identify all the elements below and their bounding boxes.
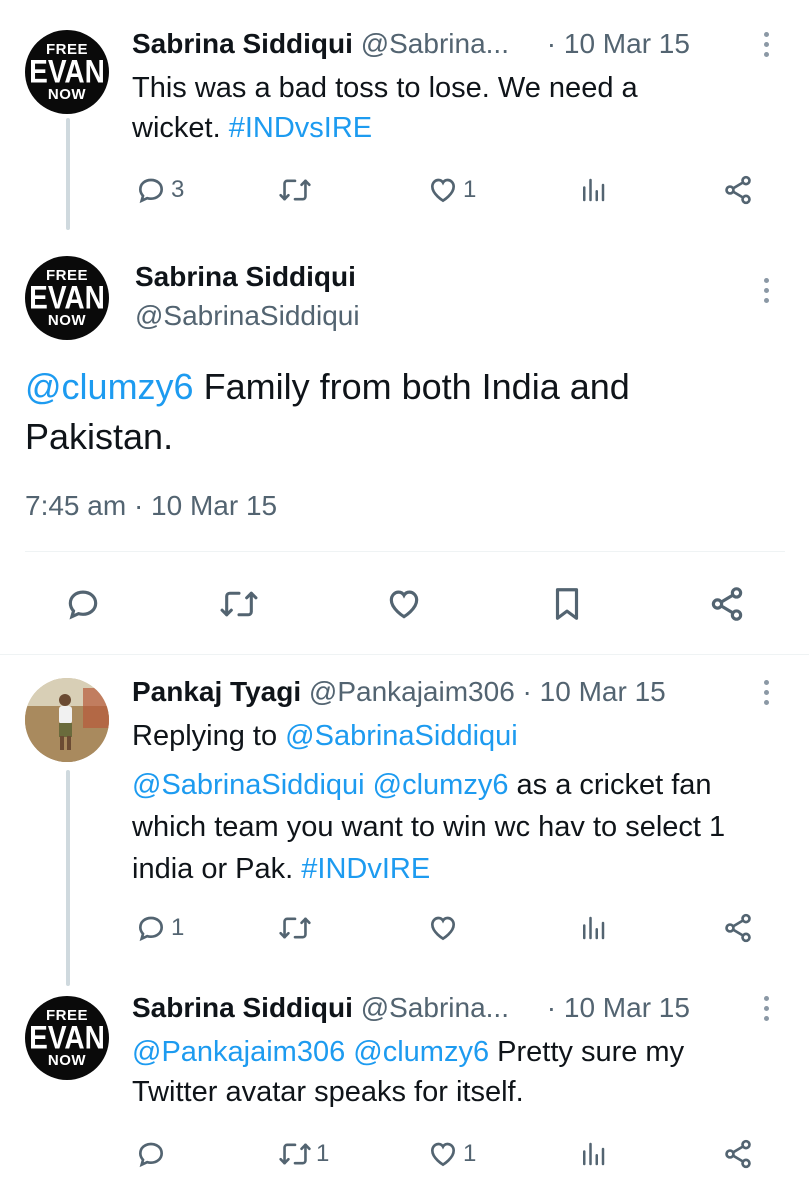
mention-link[interactable]: @SabrinaSiddiqui <box>132 769 365 801</box>
share-button[interactable] <box>722 174 754 206</box>
reply-icon <box>138 1142 164 1168</box>
avatar[interactable]: FREE EVAN NOW <box>25 30 109 114</box>
like-count: 1 <box>463 176 477 203</box>
retweet-button[interactable] <box>278 174 312 206</box>
retweet-icon <box>279 179 311 201</box>
retweet-icon <box>279 917 311 939</box>
like-button[interactable]: 1 <box>427 174 476 206</box>
replying-to: Replying to @SabrinaSiddiqui <box>132 716 772 756</box>
reply-button[interactable] <box>64 585 102 623</box>
author-handle[interactable]: @SabrinaSiddiqui <box>135 300 360 332</box>
heart-icon <box>389 590 419 619</box>
views-button[interactable] <box>578 1138 608 1170</box>
more-icon[interactable] <box>761 680 771 705</box>
thread-line-2 <box>66 770 70 986</box>
like-button[interactable] <box>385 585 423 623</box>
author-name[interactable]: Sabrina Siddiqui <box>132 992 353 1023</box>
avatar[interactable]: FREE EVAN NOW <box>25 256 109 340</box>
share-icon <box>711 587 743 621</box>
thread-line-1 <box>66 118 70 230</box>
more-icon[interactable] <box>761 996 771 1021</box>
divider <box>0 654 809 655</box>
hashtag-link[interactable]: #INDvIRE <box>301 853 430 885</box>
like-button[interactable] <box>427 912 459 944</box>
reply-icon <box>138 916 164 942</box>
retweet-icon <box>220 591 258 617</box>
avatar[interactable] <box>25 678 109 762</box>
retweet-button[interactable]: 1 <box>278 1138 329 1170</box>
reply-count: 1 <box>171 914 185 941</box>
views-button[interactable] <box>578 174 608 206</box>
mention-link[interactable]: @clumzy6 <box>373 769 509 801</box>
avatar-text: EVAN <box>29 279 105 316</box>
tweet-date[interactable]: · 10 Mar 15 <box>547 992 690 1023</box>
mention-link[interactable]: @Pankajaim306 <box>132 1036 345 1068</box>
avatar-text: EVAN <box>29 1019 105 1056</box>
share-icon <box>725 913 751 943</box>
tweet-header: Pankaj Tyagi @Pankajaim306 · 10 Mar 15 <box>132 676 666 708</box>
tweet-date[interactable]: · 10 Mar 15 <box>523 676 666 707</box>
bookmark-button[interactable] <box>548 585 586 623</box>
author-handle[interactable]: @Sabrina... <box>361 992 509 1023</box>
tweet-text-body: This was a bad toss to lose. We need a w… <box>132 72 638 144</box>
reply-button[interactable] <box>135 1138 167 1170</box>
reply-button[interactable]: 1 <box>135 912 184 944</box>
avatar-photo-image <box>25 678 109 762</box>
heart-icon <box>430 1142 456 1167</box>
avatar-text: EVAN <box>29 53 105 90</box>
tweet-text: @Pankajaim306 @clumzy6 Pretty sure my Tw… <box>132 1032 772 1112</box>
tweet-date[interactable]: · 10 Mar 15 <box>547 28 690 59</box>
heart-icon <box>430 178 456 203</box>
views-icon <box>583 178 605 202</box>
share-icon <box>725 175 751 205</box>
bookmark-icon <box>555 588 579 620</box>
share-button[interactable] <box>722 1138 754 1170</box>
retweet-count: 1 <box>316 1140 330 1167</box>
retweet-button[interactable] <box>219 585 259 623</box>
tweet-timestamp[interactable]: 7:45 am · 10 Mar 15 <box>25 490 277 522</box>
replying-label: Replying to <box>132 720 286 752</box>
hashtag-link[interactable]: #INDvsIRE <box>229 112 372 144</box>
retweet-icon <box>279 1143 311 1165</box>
author-name[interactable]: Sabrina Siddiqui <box>132 28 353 59</box>
divider <box>25 551 785 552</box>
replying-handle-link[interactable]: @SabrinaSiddiqui <box>285 720 518 752</box>
like-button[interactable]: 1 <box>427 1138 476 1170</box>
share-icon <box>725 1139 751 1169</box>
reply-button[interactable]: 3 <box>135 174 184 206</box>
more-icon[interactable] <box>761 32 771 57</box>
author-handle[interactable]: @Pankajaim306 <box>309 676 515 707</box>
views-icon <box>583 916 605 940</box>
author-name[interactable]: Pankaj Tyagi <box>132 676 301 707</box>
author-handle[interactable]: @Sabrina... <box>361 28 509 59</box>
views-icon <box>583 1142 605 1166</box>
reply-icon <box>138 178 164 204</box>
tweet-text: @SabrinaSiddiqui @clumzy6 as a cricket f… <box>132 764 782 890</box>
heart-icon <box>430 916 456 941</box>
tweet-text: @clumzy6 Family from both India and Paki… <box>25 362 745 462</box>
mention-link[interactable]: @clumzy6 <box>25 366 194 407</box>
reply-count: 3 <box>171 176 185 203</box>
mention-link[interactable]: @clumzy6 <box>353 1036 489 1068</box>
like-count: 1 <box>463 1140 477 1167</box>
tweet-header: Sabrina Siddiqui @Sabrina... · 10 Mar 15 <box>132 28 690 60</box>
more-icon[interactable] <box>761 278 771 303</box>
avatar-text: NOW <box>47 312 87 329</box>
tweet-header: Sabrina Siddiqui @Sabrina... · 10 Mar 15 <box>132 992 690 1024</box>
author-name[interactable]: Sabrina Siddiqui <box>135 261 356 293</box>
tweet-text: This was a bad toss to lose. We need a w… <box>132 68 732 148</box>
avatar[interactable]: FREE EVAN NOW <box>25 996 109 1080</box>
reply-icon <box>68 590 98 620</box>
views-button[interactable] <box>578 912 608 944</box>
share-button[interactable] <box>708 585 746 623</box>
retweet-button[interactable] <box>278 912 312 944</box>
share-button[interactable] <box>722 912 754 944</box>
